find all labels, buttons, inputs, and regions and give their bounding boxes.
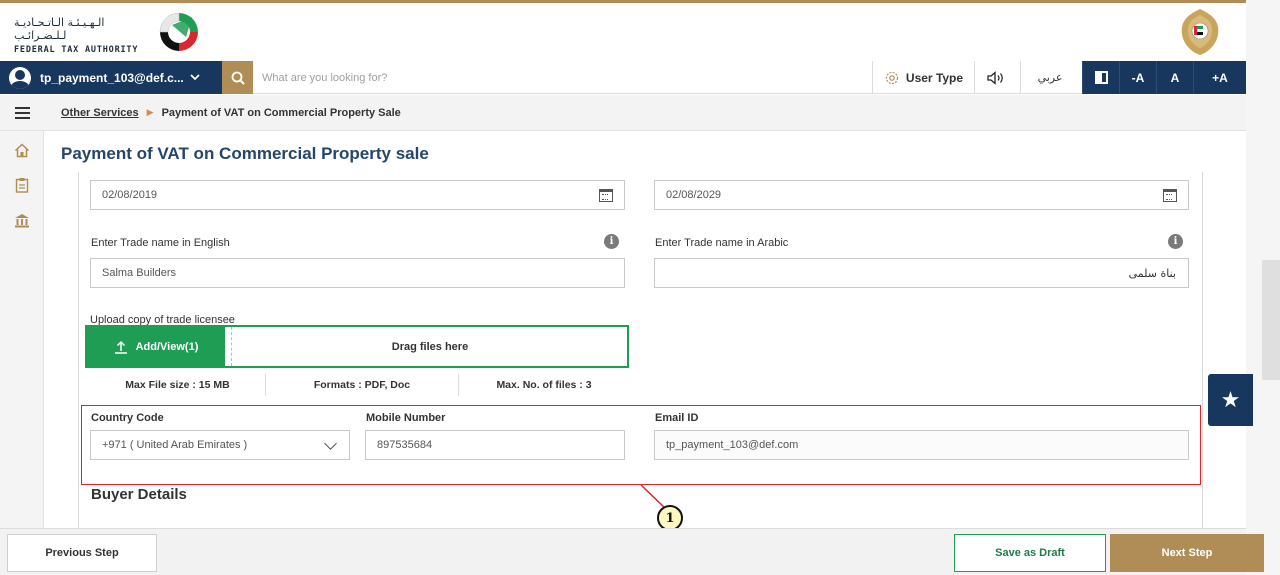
license-start-date-value: 02/08/2019 (102, 189, 158, 201)
trade-name-ar-input[interactable]: بناة سلمى (654, 258, 1189, 288)
user-type-label: User Type (905, 70, 964, 85)
font-normal-button[interactable]: A (1156, 61, 1193, 94)
info-icon[interactable]: i (1168, 234, 1183, 249)
chevron-down-icon (324, 436, 337, 450)
fta-logo-text[interactable]: الـهـيـئـة الـاتـحـاديـة لـلـضـرائـب FED… (14, 16, 154, 55)
search-button[interactable] (222, 61, 253, 94)
toolbar-divider (1020, 61, 1021, 94)
country-code-value: +971 ( United Arab Emirates ) (102, 439, 248, 451)
mobile-number-input[interactable]: 897535684 (365, 430, 625, 460)
clipboard-icon[interactable] (13, 176, 31, 194)
license-end-date-value: 02/08/2029 (666, 189, 722, 201)
font-decrease-button[interactable]: -A (1119, 61, 1156, 94)
toolbar-divider (872, 61, 873, 94)
search-icon (231, 71, 245, 85)
scrollbar-thumb[interactable] (1262, 260, 1280, 380)
trade-name-en-label: Enter Trade name in English (91, 237, 230, 249)
email-id-value: tp_payment_103@def.com (666, 439, 799, 451)
country-code-select[interactable]: +971 ( United Arab Emirates ) (90, 430, 350, 460)
trade-name-en-input[interactable]: Salma Builders (90, 258, 625, 288)
breadcrumb-current: Payment of VAT on Commercial Property Sa… (161, 106, 401, 119)
language-toggle[interactable]: عربي (1024, 61, 1076, 94)
upload-button-label: Add/View(1) (135, 340, 199, 353)
mobile-number-label: Mobile Number (366, 412, 446, 424)
top-toolbar: tp_payment_103@def.c... User Type عربي -… (0, 61, 1246, 94)
user-type-button[interactable]: User Type (876, 61, 972, 94)
speaker-icon (987, 70, 1003, 85)
logo-english-text: FEDERAL TAX AUTHORITY (14, 45, 139, 55)
contrast-icon (1094, 71, 1108, 84)
max-files-text: Max. No. of files : 3 (496, 379, 592, 391)
search-input[interactable] (262, 61, 862, 94)
mobile-number-value: 897535684 (377, 439, 433, 451)
next-step-button[interactable]: Next Step (1110, 534, 1264, 572)
buyer-details-heading: Buyer Details (91, 486, 187, 503)
save-as-draft-button[interactable]: Save as Draft (954, 534, 1106, 572)
trade-license-upload-zone[interactable]: Add/View(1) Drag files here (85, 325, 629, 368)
email-id-input[interactable]: tp_payment_103@def.com (654, 430, 1189, 460)
logo-arabic-text: الـهـيـئـة الـاتـحـاديـة لـلـضـرائـب (14, 16, 105, 42)
country-code-label: Country Code (91, 412, 164, 424)
previous-step-button[interactable]: Previous Step (7, 534, 157, 572)
bottom-action-bar: Previous Step Save as Draft Next Step (0, 528, 1264, 575)
breadcrumb-bar: Other Services ▶ Payment of VAT on Comme… (0, 95, 1246, 131)
uae-emblem-icon (1181, 9, 1219, 55)
trade-name-ar-label: Enter Trade name in Arabic (655, 237, 789, 249)
user-circle-icon (9, 66, 31, 89)
left-sidebar (0, 131, 44, 528)
fta-logo-icon[interactable] (156, 9, 202, 55)
site-header: الـهـيـئـة الـاتـحـاديـة لـلـضـرائـب FED… (0, 3, 1280, 61)
drag-files-text: Drag files here (391, 340, 469, 353)
email-id-label: Email ID (655, 412, 699, 424)
favorites-button[interactable]: ★ (1208, 374, 1253, 426)
chevron-down-icon (190, 74, 200, 81)
upload-arrow-icon (114, 340, 127, 354)
toolbar-divider (974, 61, 975, 94)
font-increase-button[interactable]: +A (1193, 61, 1246, 94)
add-view-upload-button[interactable]: Add/View(1) (87, 327, 225, 366)
max-file-size-text: Max File size : 15 MB (125, 379, 230, 391)
bank-icon[interactable] (13, 211, 31, 229)
trade-name-en-value: Salma Builders (102, 267, 176, 279)
contrast-toggle-button[interactable] (1082, 61, 1119, 94)
calendar-icon[interactable] (599, 188, 613, 202)
star-icon: ★ (1220, 387, 1241, 412)
upload-divider (231, 327, 232, 366)
home-icon[interactable] (13, 141, 31, 159)
hamburger-icon[interactable] (0, 106, 44, 119)
info-icon[interactable]: i (604, 234, 619, 249)
file-formats-text: Formats : PDF, Doc (313, 379, 411, 391)
license-start-date-field[interactable]: 02/08/2019 (90, 180, 625, 210)
read-aloud-button[interactable] (976, 61, 1016, 94)
calendar-icon[interactable] (1163, 188, 1177, 202)
page-title: Payment of VAT on Commercial Property sa… (61, 144, 429, 163)
gear-icon (885, 71, 899, 84)
license-end-date-field[interactable]: 02/08/2029 (654, 180, 1189, 210)
user-menu-button[interactable]: tp_payment_103@def.c... (0, 61, 222, 94)
user-name: tp_payment_103@def.c... (40, 70, 184, 85)
breadcrumb-arrow-icon: ▶ (146, 107, 154, 117)
breadcrumb-other-services-link[interactable]: Other Services (61, 107, 139, 119)
trade-name-ar-value: بناة سلمى (1128, 266, 1176, 280)
